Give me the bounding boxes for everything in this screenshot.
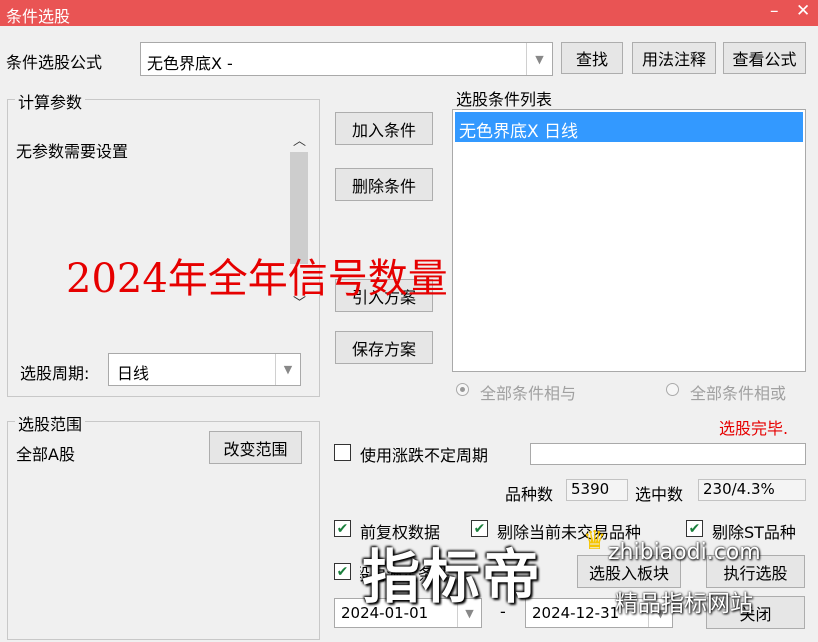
formula-combo[interactable]: 无色界底X - ▼ — [140, 42, 553, 76]
list-item[interactable]: 无色界底X 日线 — [455, 112, 803, 142]
watermark-logo: 指标帝 — [362, 543, 543, 611]
period-value: 日线 — [117, 364, 150, 383]
title-bar: 条件选股 – ✕ — [0, 0, 818, 26]
params-text: 无参数需要设置 — [16, 142, 129, 161]
view-formula-button[interactable]: 查看公式 — [723, 42, 806, 74]
add-condition-button[interactable]: 加入条件 — [335, 112, 433, 145]
selected-value: 230/4.3% — [698, 479, 806, 501]
scroll-up-icon[interactable]: ︿ — [293, 130, 306, 149]
chevron-down-icon[interactable]: ▼ — [275, 354, 300, 385]
selected-label: 选中数 — [635, 485, 684, 504]
formula-label: 条件选股公式 — [6, 53, 103, 72]
delete-condition-button[interactable]: 删除条件 — [335, 168, 433, 201]
watermark-sub: 精品指标网站 — [615, 591, 753, 617]
annotation-text: 2024年全年信号数量 — [66, 256, 448, 302]
logic-or-label: 全部条件相或 — [690, 384, 787, 403]
fq-checkbox[interactable]: ✔ — [334, 520, 351, 537]
variable-period-field[interactable] — [530, 443, 806, 465]
date-to-value: 2024-12-31 — [532, 604, 620, 622]
condition-list-label: 选股条件列表 — [456, 90, 553, 109]
save-plan-button[interactable]: 保存方案 — [335, 331, 433, 364]
period-range-checkbox[interactable]: ✔ — [334, 563, 351, 580]
period-label: 选股周期: — [20, 364, 90, 383]
logic-and-radio[interactable] — [456, 383, 469, 396]
variable-period-label: 使用涨跌不定周期 — [360, 446, 489, 465]
close-icon[interactable]: ✕ — [796, 1, 810, 21]
variety-label: 品种数 — [505, 485, 554, 504]
chevron-down-icon[interactable]: ▼ — [526, 43, 552, 75]
variety-value: 5390 — [566, 479, 628, 501]
formula-value: 无色界底X - — [147, 54, 233, 73]
exclude-st-checkbox[interactable]: ✔ — [686, 520, 703, 537]
range-value: 全部A股 — [16, 445, 75, 464]
usage-notes-button[interactable]: 用法注释 — [632, 42, 716, 74]
list-item-label: 无色界底X 日线 — [459, 122, 579, 142]
range-legend: 选股范围 — [15, 411, 86, 435]
logic-or-radio[interactable] — [666, 383, 679, 396]
watermark-url: zhibiaodi.com — [608, 540, 761, 565]
find-button[interactable]: 查找 — [561, 42, 623, 74]
status-text: 选股完毕. — [719, 419, 789, 438]
logic-and-label: 全部条件相与 — [480, 384, 577, 403]
condition-list[interactable]: 无色界底X 日线 — [452, 109, 806, 372]
period-combo[interactable]: 日线 ▼ — [108, 353, 301, 386]
variable-period-checkbox[interactable] — [334, 444, 351, 461]
crown-icon: ♛ — [583, 526, 607, 556]
minimize-icon[interactable]: – — [770, 1, 779, 21]
change-range-button[interactable]: 改变范围 — [209, 431, 302, 464]
params-legend: 计算参数 — [15, 89, 86, 113]
window-title: 条件选股 — [6, 7, 71, 26]
